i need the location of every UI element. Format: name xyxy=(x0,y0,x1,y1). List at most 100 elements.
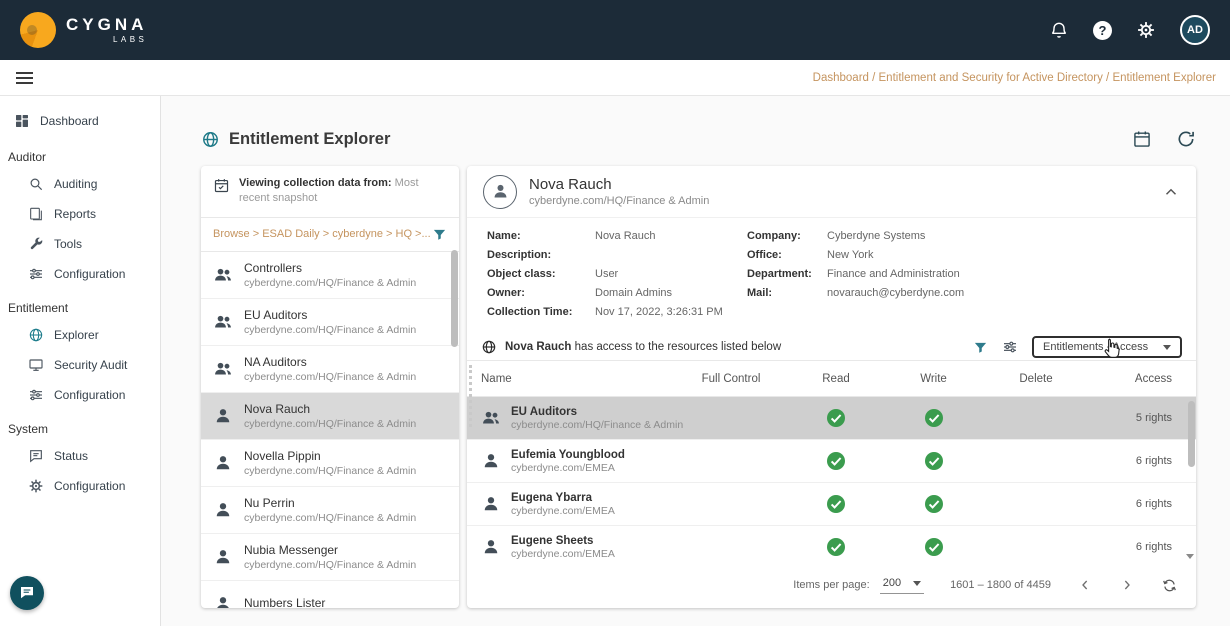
sidebar-item-system-configuration[interactable]: Configuration xyxy=(0,471,160,501)
property-label: Mail: xyxy=(747,287,827,299)
sidebar-item-reports[interactable]: Reports xyxy=(0,199,160,229)
list-item[interactable]: Nubia Messenger cyberdyne.com/HQ/Finance… xyxy=(201,534,459,581)
user-avatar[interactable]: AD xyxy=(1180,15,1210,45)
column-header-name[interactable]: Name xyxy=(481,373,676,385)
caret-down-icon xyxy=(913,581,921,586)
property-value: Cyberdyne Systems xyxy=(827,230,925,242)
selected-object-path: cyberdyne.com/HQ/Finance & Admin xyxy=(529,195,709,207)
list-item[interactable]: Numbers Lister xyxy=(201,581,459,608)
person-icon xyxy=(481,451,501,471)
column-drag-handle[interactable] xyxy=(469,365,472,427)
group-icon xyxy=(213,265,233,285)
globe-icon xyxy=(28,327,44,343)
object-name: Nu Perrin xyxy=(244,496,416,510)
property-row: Department: Finance and Administration xyxy=(747,268,1176,280)
collapse-details-button[interactable] xyxy=(1162,183,1180,201)
sidebar-item-auditor-configuration[interactable]: Configuration xyxy=(0,259,160,289)
cygna-labs-logo: CYGNA LABS xyxy=(20,12,147,48)
column-header-write[interactable]: Write xyxy=(920,373,947,385)
person-icon xyxy=(213,547,233,567)
sidebar-item-dashboard[interactable]: Dashboard xyxy=(0,104,160,138)
notifications-bell-icon[interactable] xyxy=(1049,20,1069,40)
property-label: Name: xyxy=(487,230,595,242)
funnel-filter-icon[interactable] xyxy=(973,340,988,355)
column-header-read[interactable]: Read xyxy=(822,373,850,385)
group-icon xyxy=(213,359,233,379)
object-browser-panel: Viewing collection data from: Most recen… xyxy=(201,166,459,608)
next-page-button[interactable] xyxy=(1119,577,1135,593)
feedback-chat-button[interactable] xyxy=(10,576,44,610)
snapshot-selector[interactable]: Viewing collection data from: Most recen… xyxy=(201,166,459,218)
check-circle-icon xyxy=(924,537,944,557)
property-value: New York xyxy=(827,249,873,261)
group-icon xyxy=(481,408,501,428)
paginator: Items per page: 200 1601 – 1800 of 4459 xyxy=(467,562,1196,608)
list-item[interactable]: Controllers cyberdyne.com/HQ/Finance & A… xyxy=(201,252,459,299)
tune-columns-icon[interactable] xyxy=(1002,339,1018,355)
table-row[interactable]: Eugena Ybarra cyberdyne.com/EMEA 6 right… xyxy=(467,483,1196,526)
sidebar-item-auditing[interactable]: Auditing xyxy=(0,169,160,199)
property-row: Company: Cyberdyne Systems xyxy=(747,230,1176,242)
object-name: NA Auditors xyxy=(244,355,416,369)
sidebar-item-entitlement-configuration[interactable]: Configuration xyxy=(0,380,160,410)
hamburger-menu-icon[interactable] xyxy=(14,68,35,88)
page-range-label: 1601 – 1800 of 4459 xyxy=(950,579,1051,591)
check-circle-icon xyxy=(826,494,846,514)
list-item[interactable]: Nu Perrin cyberdyne.com/HQ/Finance & Adm… xyxy=(201,487,459,534)
resource-path: cyberdyne.com/EMEA xyxy=(511,505,615,517)
property-label: Description: xyxy=(487,249,595,261)
snapshot-label: Viewing collection data from: xyxy=(239,177,392,189)
gear-icon[interactable] xyxy=(1136,20,1156,40)
sync-refresh-icon[interactable] xyxy=(1161,577,1178,594)
items-per-page-select[interactable]: 200 xyxy=(880,576,924,594)
person-icon xyxy=(481,537,501,557)
property-value: Domain Admins xyxy=(595,287,672,299)
view-mode-dropdown[interactable]: Entitlements - Access xyxy=(1032,336,1182,358)
access-table: Name Full Control Read Write Delete Acce… xyxy=(467,360,1196,562)
sidebar-item-explorer[interactable]: Explorer xyxy=(0,320,160,350)
previous-page-button[interactable] xyxy=(1077,577,1093,593)
table-row[interactable]: Eufemia Youngblood cyberdyne.com/EMEA 6 … xyxy=(467,440,1196,483)
column-header-access[interactable]: Access xyxy=(1135,373,1172,385)
group-icon xyxy=(213,312,233,332)
object-name: Controllers xyxy=(244,261,416,275)
object-path: cyberdyne.com/HQ/Finance & Admin xyxy=(244,559,416,571)
sliders-icon xyxy=(28,387,44,403)
rights-count: 6 rights xyxy=(1136,498,1172,510)
sidebar-item-status[interactable]: Status xyxy=(0,441,160,471)
entitlement-globe-icon xyxy=(201,130,220,149)
property-row: Description: xyxy=(487,249,747,261)
table-row[interactable]: Eugene Sheets cyberdyne.com/EMEA 6 right… xyxy=(467,526,1196,562)
property-row: Collection Time: Nov 17, 2022, 3:26:31 P… xyxy=(487,306,747,318)
list-item[interactable]: Novella Pippin cyberdyne.com/HQ/Finance … xyxy=(201,440,459,487)
help-icon[interactable] xyxy=(1093,21,1112,40)
check-circle-icon xyxy=(826,408,846,428)
resource-name: Eufemia Youngblood xyxy=(511,449,625,461)
browse-breadcrumb[interactable]: Browse > ESAD Daily > cyberdyne > HQ >..… xyxy=(213,228,431,240)
table-scrollbar[interactable] xyxy=(1188,401,1195,467)
refresh-icon[interactable] xyxy=(1176,129,1196,149)
list-item[interactable]: Nova Rauch cyberdyne.com/HQ/Finance & Ad… xyxy=(201,393,459,440)
sidebar-item-tools[interactable]: Tools xyxy=(0,229,160,259)
property-value: Nova Rauch xyxy=(595,230,656,242)
scrollbar-down-arrow[interactable] xyxy=(1186,554,1194,559)
property-row: Office: New York xyxy=(747,249,1176,261)
list-scrollbar[interactable] xyxy=(451,250,458,347)
table-row[interactable]: EU Auditors cyberdyne.com/HQ/Finance & A… xyxy=(467,397,1196,440)
column-header-full-control[interactable]: Full Control xyxy=(702,373,761,385)
object-path: cyberdyne.com/HQ/Finance & Admin xyxy=(244,277,416,289)
object-name: Nova Rauch xyxy=(244,402,416,416)
sidebar-item-security-audit[interactable]: Security Audit xyxy=(0,350,160,380)
property-label: Owner: xyxy=(487,287,595,299)
list-item[interactable]: EU Auditors cyberdyne.com/HQ/Finance & A… xyxy=(201,299,459,346)
list-item[interactable]: NA Auditors cyberdyne.com/HQ/Finance & A… xyxy=(201,346,459,393)
object-name: Numbers Lister xyxy=(244,596,325,608)
breadcrumb[interactable]: Dashboard / Entitlement and Security for… xyxy=(813,72,1216,84)
person-icon xyxy=(213,500,233,520)
calendar-icon[interactable] xyxy=(1132,129,1152,149)
property-row: Owner: Domain Admins xyxy=(487,287,747,299)
check-circle-icon xyxy=(924,494,944,514)
detail-panel: Nova Rauch cyberdyne.com/HQ/Finance & Ad… xyxy=(467,166,1196,608)
funnel-filter-icon[interactable] xyxy=(432,227,447,242)
column-header-delete[interactable]: Delete xyxy=(1019,373,1052,385)
